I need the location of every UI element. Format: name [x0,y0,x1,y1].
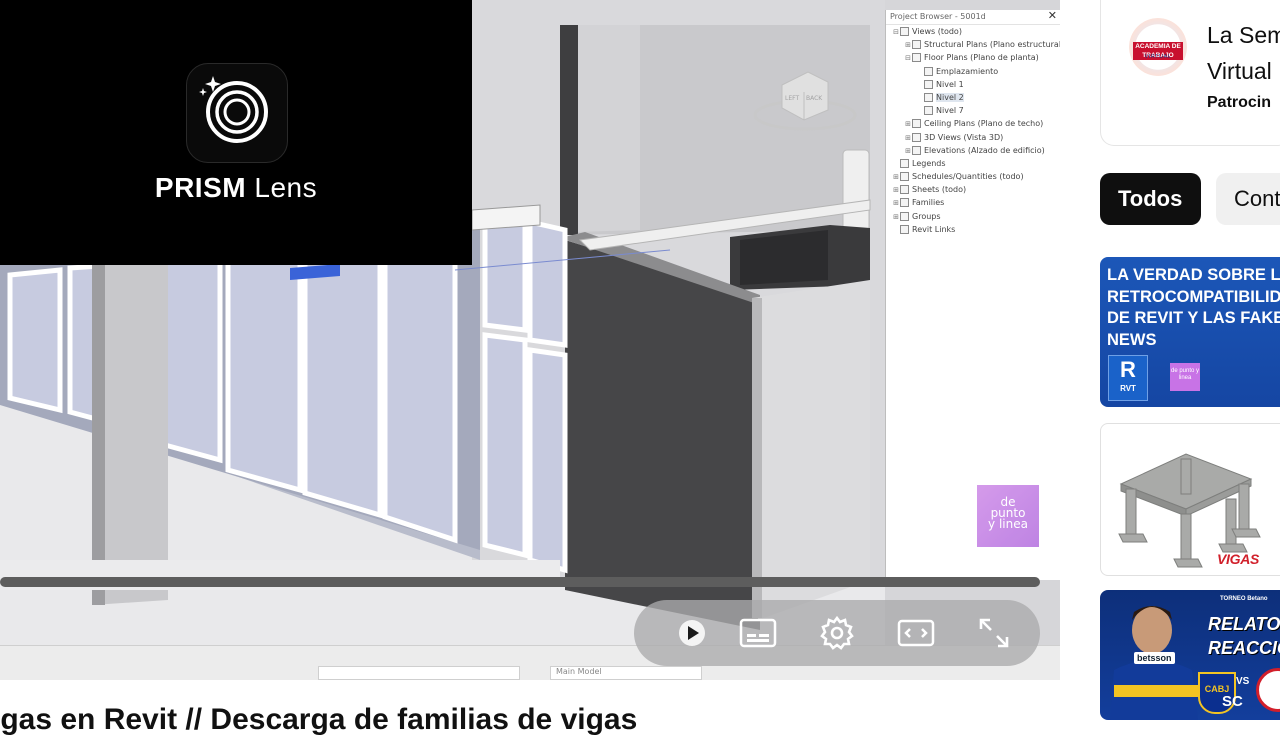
browser-item-label: Revit Links [912,224,956,234]
channel-watermark: de punto y linea [977,485,1039,547]
view-icon [900,185,909,195]
browser-item-label: Nivel 1 [936,79,964,89]
prism-logo [186,63,288,163]
browser-item[interactable]: ⊟ Views (todo) [886,25,1060,38]
ad-title: La Sem [1207,22,1280,48]
status-field[interactable] [318,666,520,680]
theater-button[interactable] [896,613,936,653]
view-icon [900,224,909,234]
svg-text:LEFT: LEFT [785,95,799,102]
view-icon [924,106,933,116]
sponsored-card[interactable]: ACADEMIA DE TRABAJO VIRTUAL La Sem Virtu… [1100,0,1280,146]
browser-item[interactable]: ⊞ Families [886,196,1060,209]
browser-item[interactable]: ⊞ Ceiling Plans (Plano de techo) [886,117,1060,130]
settings-button[interactable] [817,613,857,653]
browser-item[interactable]: ⊞ Elevations (Alzado de edificio) [886,144,1060,157]
browser-item-label: Nivel 2 [936,92,964,102]
progress-bar[interactable] [0,577,1040,587]
recommended-thumbnail[interactable]: VIGAS [1100,423,1280,576]
view-icon [924,66,933,76]
main-model-label: Main Model [556,667,602,676]
view-icon [924,92,933,102]
browser-item[interactable]: Nivel 1 [886,78,1060,91]
gear-icon [820,615,854,650]
browser-item[interactable]: ⊞ Structural Plans (Plano estructural) [886,38,1060,51]
recommended-thumbnail[interactable]: TORNEO Betano RELATO + REACCIÓN DE LOS H… [1100,590,1280,720]
browser-item-label: Emplazamiento [936,66,999,76]
revit-icon: R RVT [1108,355,1148,401]
view-icon [900,211,909,221]
browser-item-label: Families [912,198,945,208]
theater-icon [897,619,935,647]
subtitles-icon [739,618,777,648]
browser-item-label: Groups [912,211,941,221]
browser-item[interactable]: Nivel 7 [886,104,1060,117]
fullscreen-button[interactable] [974,613,1014,653]
tournament-badge: TORNEO Betano [1220,596,1268,602]
play-icon [679,620,705,646]
chip-cont[interactable]: Cont [1216,173,1280,225]
team-crest [1256,668,1280,712]
player-controls [634,600,1040,666]
recommended-thumbnail[interactable]: LA VERDAD SOBRE LA RETROCOMPATIBILIDAD D… [1100,257,1280,407]
thumbnail-text: RELATO + REACCIÓN DE LOS H [1208,614,1280,658]
team-label: SC [1222,693,1243,710]
ad-sponsor-label: Patrocin [1207,94,1272,111]
view-icon [900,27,909,36]
prism-lens-overlay: PRISM Lens [0,0,472,265]
ad-title-line2: Virtual [1207,58,1272,84]
browser-item-label: Floor Plans (Plano de planta) [924,53,1039,63]
view-icon [924,79,933,89]
thumbnail-text: LA VERDAD SOBRE LA RETROCOMPATIBILIDAD D… [1107,266,1280,349]
browser-item[interactable]: ⊟ Floor Plans (Plano de planta) [886,51,1060,64]
fullscreen-icon [979,618,1009,648]
browser-item-label: Legends [912,158,946,168]
browser-item[interactable]: ⊞ Sheets (todo) [886,183,1060,196]
view-icon [912,145,921,155]
thumbnail-label: VIGAS [1217,551,1260,567]
browser-item[interactable]: ⊞ Schedules/Quantities (todo) [886,170,1060,183]
prism-lens-icon [199,76,268,143]
prism-title: PRISM Lens [154,172,318,203]
chip-todos[interactable]: Todos [1100,173,1201,225]
browser-item-label: 3D Views (Vista 3D) [924,132,1004,142]
subtitles-button[interactable] [738,613,778,653]
view-icon [900,172,909,182]
browser-item-label: Schedules/Quantities (todo) [912,172,1024,182]
view-icon [900,158,909,168]
vs-label: VS [1236,676,1250,687]
browser-item-label: Structural Plans (Plano estructural) [924,40,1060,50]
view-icon [912,119,921,129]
browser-item-label: Nivel 7 [936,106,964,116]
browser-item[interactable]: Emplazamiento [886,65,1060,78]
view-icon [912,53,921,63]
view-icon [912,40,921,50]
browser-item[interactable]: ⊞ 3D Views (Vista 3D) [886,131,1060,144]
ad-logo: ACADEMIA DE TRABAJO VIRTUAL [1129,18,1187,76]
video-title: igas en Revit // Descarga de familias de… [0,703,638,736]
view-icon [912,132,921,142]
close-icon[interactable]: ✕ [1048,9,1057,23]
project-browser-tree[interactable]: ⊟ Views (todo) ⊞ Structural Plans (Plano es… [886,25,1060,236]
video-player[interactable]: LEFT BACK Project Browser - 5001d ✕ ⊟ Vi… [0,0,1060,680]
browser-item[interactable]: ⊞ Groups [886,210,1060,223]
play-button[interactable] [672,613,712,653]
browser-item[interactable]: Legends [886,157,1060,170]
browser-item-label: Views (todo) [912,27,962,36]
browser-item-label: Elevations (Alzado de edificio) [924,145,1045,155]
browser-item-label: Sheets (todo) [912,185,967,195]
view-icon [900,198,909,208]
project-browser-title: Project Browser - 5001d ✕ [886,9,1060,25]
channel-logo: de punto y linea [1170,363,1200,391]
svg-text:BACK: BACK [806,95,823,102]
browser-item-label: Ceiling Plans (Plano de techo) [924,119,1044,129]
browser-item[interactable]: Revit Links [886,223,1060,236]
sponsor-label: betsson [1134,652,1175,664]
browser-item[interactable]: Nivel 2 [886,91,1060,104]
